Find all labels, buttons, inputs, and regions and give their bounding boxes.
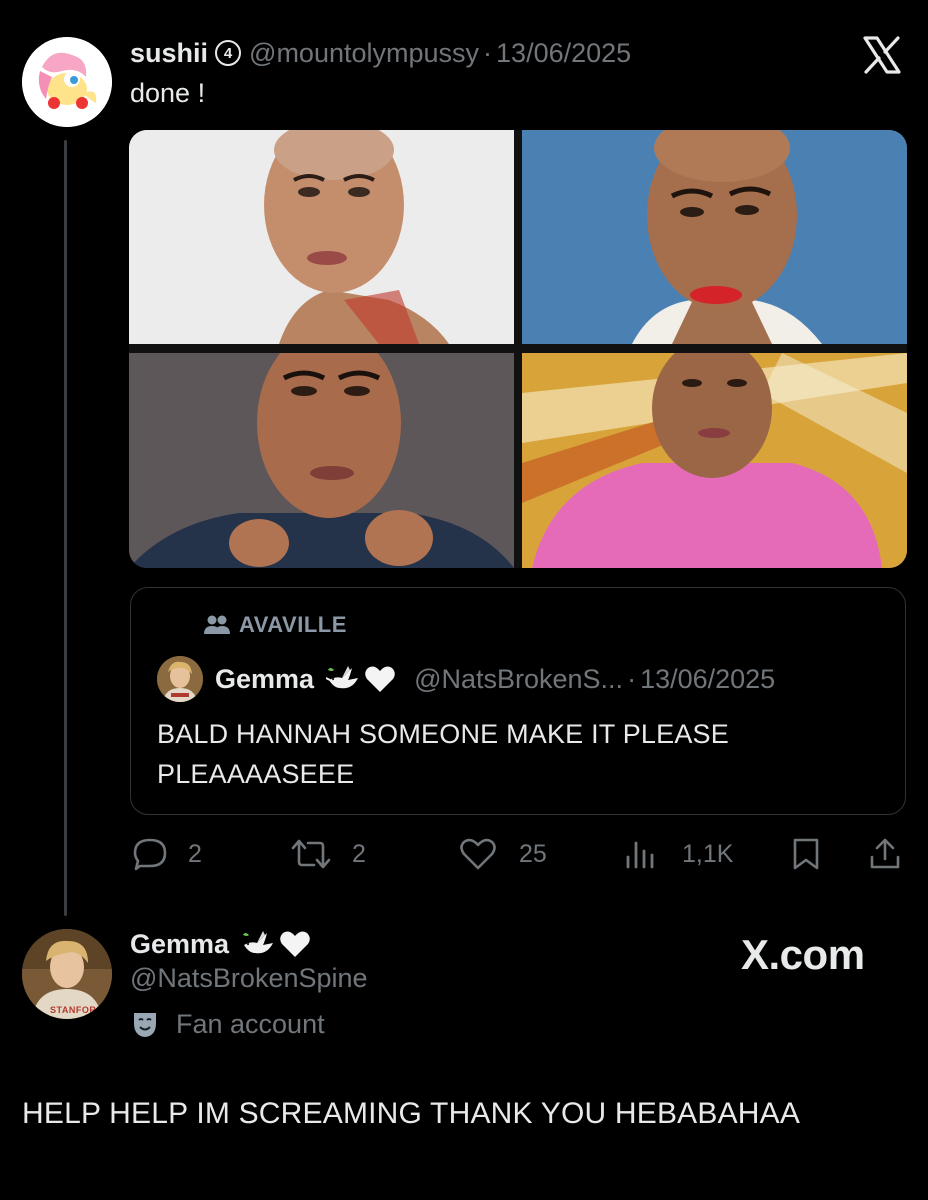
media-grid[interactable] [129,130,907,568]
share-button[interactable] [868,836,912,872]
views-button[interactable]: 1,1K [624,836,733,872]
reply-icon [132,837,178,871]
quoted-author-name[interactable]: Gemma [215,664,314,695]
repost-icon [290,838,342,870]
media-image-4[interactable] [522,353,907,568]
people-icon [203,614,231,636]
bookmark-button[interactable] [789,836,833,872]
reply-user-name[interactable]: Gemma [130,929,229,960]
dove-icon [326,664,360,694]
views-count: 1,1K [682,839,734,868]
theater-mask-icon [130,1009,160,1039]
quoted-date[interactable]: 13/06/2025 [640,664,775,695]
x-logo-icon[interactable] [861,34,903,76]
dove-icon [241,929,275,959]
x-com-watermark: X.com [741,931,865,978]
quoted-separator: · [627,663,637,694]
reply-text: HELP HELP IM SCREAMING THANK YOU HEBABAH… [22,1097,801,1130]
reply-count: 2 [188,839,202,868]
repost-button[interactable]: 2 [290,836,366,872]
media-image-3[interactable] [129,353,514,568]
reply-user-name-row: Gemma [130,924,311,964]
tweet-date[interactable]: 13/06/2025 [496,38,631,69]
avatar-shirt-text: STANFORD [50,1005,104,1015]
share-icon [868,837,912,871]
quoted-handle[interactable]: @NatsBrokenS... [414,664,623,695]
tweet-header: sushii 4 @mountolympussy · 13/06/2025 [130,33,631,73]
repost-count: 2 [352,839,366,868]
white-heart-icon [279,929,311,959]
author-avatar[interactable] [22,37,112,127]
reply-user-avatar[interactable]: STANFORD [22,929,112,1019]
tweet-text: done ! [130,78,206,108]
community-label[interactable]: AVAVILLE [203,608,347,642]
author-name[interactable]: sushii [130,38,208,69]
media-image-1[interactable] [129,130,514,344]
community-name: AVAVILLE [239,612,347,637]
fan-account-text: Fan account [176,1008,325,1039]
fan-account-label: Fan account [130,1004,325,1044]
white-heart-icon [364,664,396,694]
badge-icon: 4 [215,40,242,66]
like-count: 25 [519,839,547,868]
quoted-author-avatar[interactable] [157,656,203,702]
author-handle[interactable]: @mountolympussy [249,38,479,69]
like-button[interactable]: 25 [459,836,547,872]
reply-button[interactable]: 2 [132,836,202,872]
quoted-header: Gemma @NatsBrokenS... · 13/06/2025 [215,660,775,698]
heart-icon [459,837,507,871]
reply-user-handle[interactable]: @NatsBrokenSpine [130,963,368,994]
thread-line [64,140,67,916]
separator: · [483,37,493,68]
media-image-2[interactable] [522,130,907,344]
quoted-text: BALD HANNAH SOMEONE MAKE IT PLEASE PLEAA… [157,719,729,789]
bookmark-icon [789,837,833,871]
views-icon [624,839,668,869]
